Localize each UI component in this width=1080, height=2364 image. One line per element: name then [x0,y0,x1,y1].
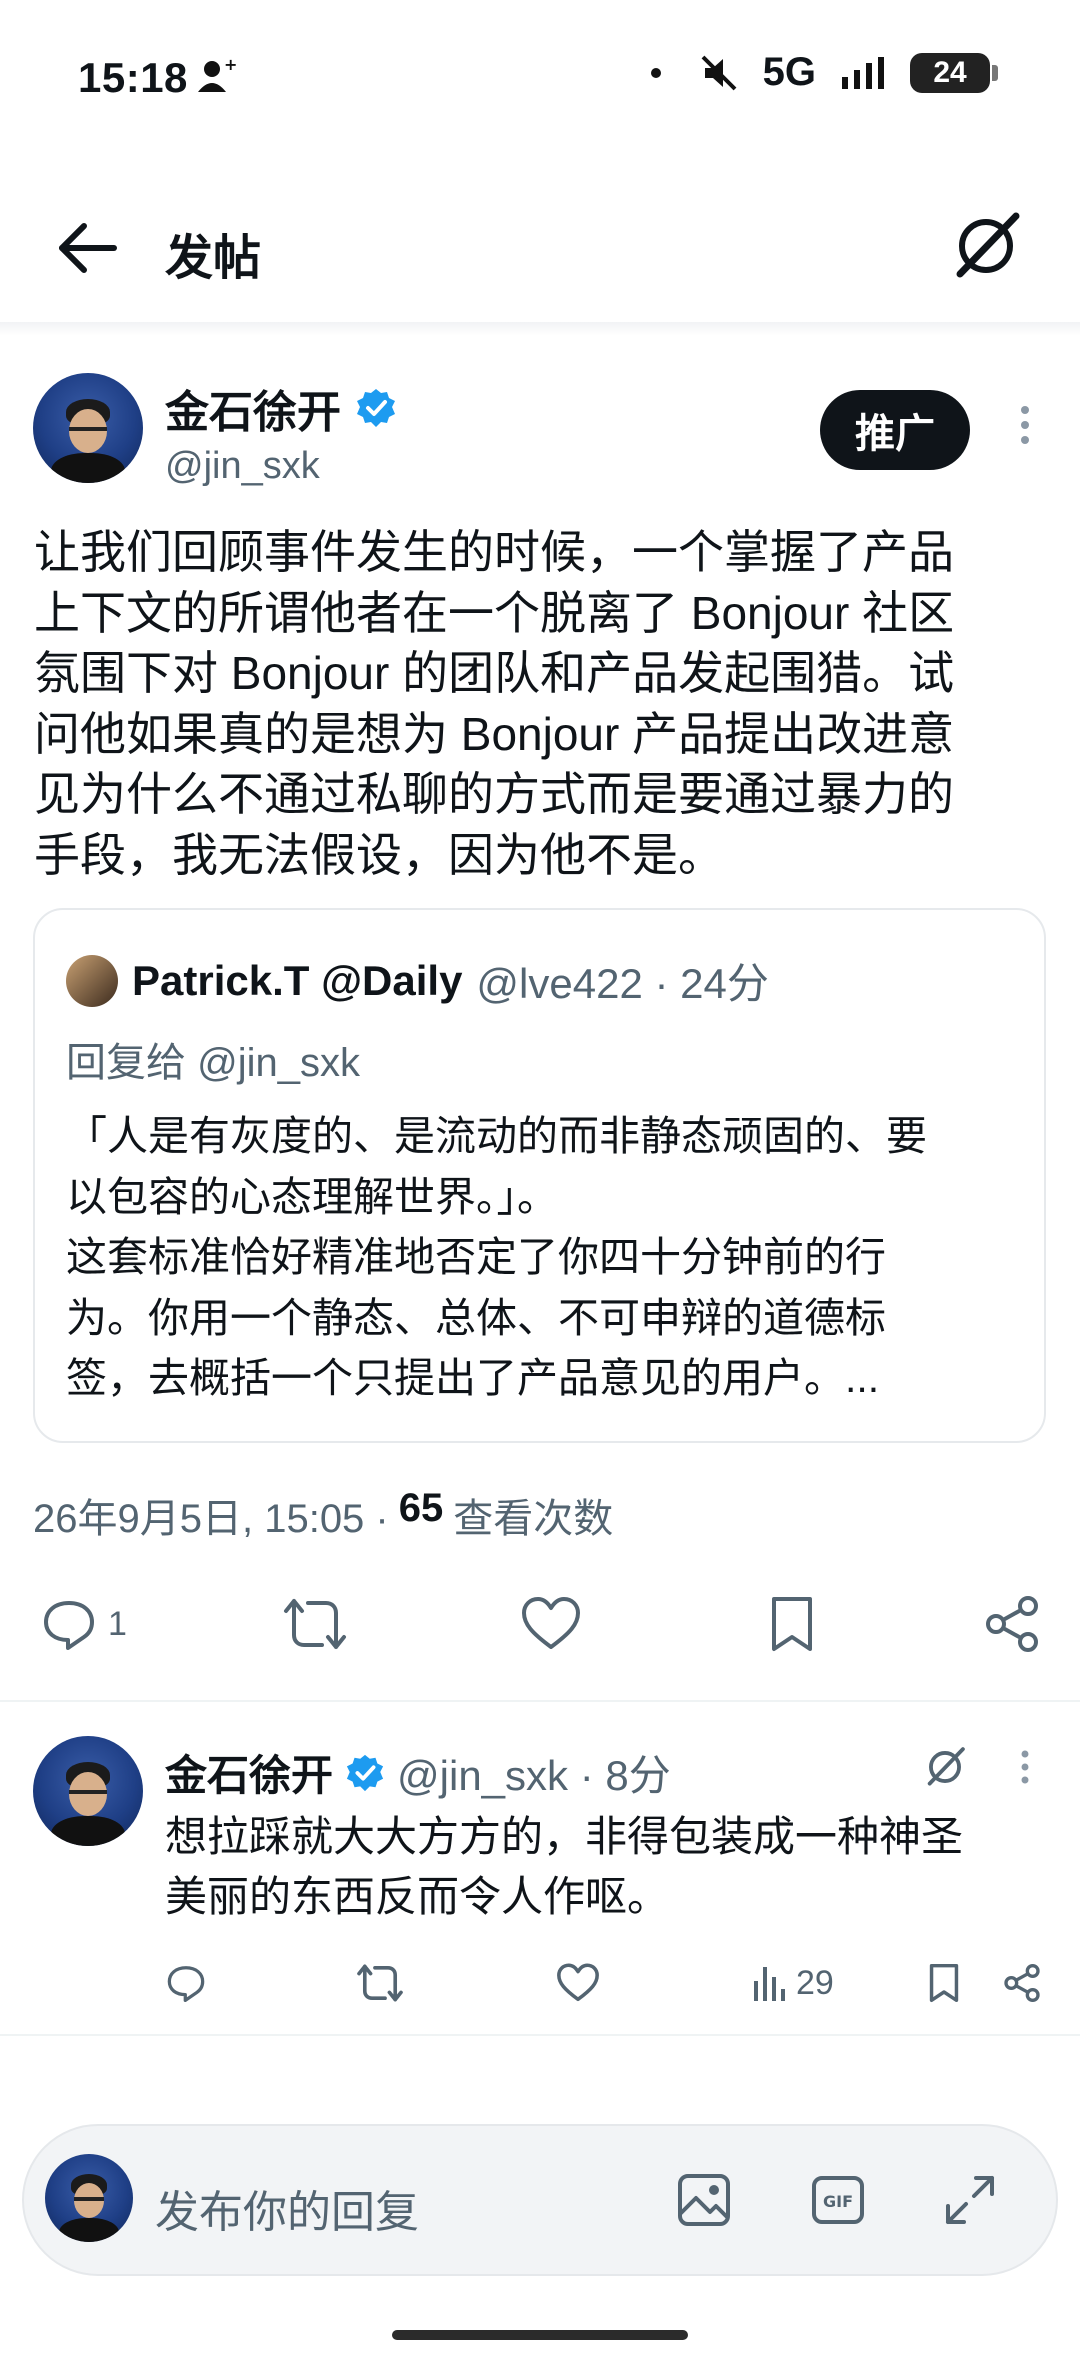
quoted-avatar [66,954,118,1007]
share-icon [1004,1964,1040,2002]
more-options-icon[interactable] [1010,400,1040,450]
repost-icon [357,1964,403,2002]
image-icon[interactable] [676,2172,732,2228]
divider [0,1700,1080,1702]
heart-icon [522,1597,580,1649]
analytics-icon [754,1967,785,2001]
status-time: 15:18 [78,54,188,101]
user-notification-icon: + [198,56,236,92]
mute-icon [701,55,737,90]
reply-input[interactable]: 发布你的回复 [155,2176,419,2240]
reply-icon [167,1966,205,2003]
svg-text:+: + [224,56,236,74]
share-icon [986,1596,1038,1652]
quoted-text: 「人是有灰度的、是流动的而非静态顽固的、要 以包容的心态理解世界。」。 这套标准… [66,1113,927,1401]
quoted-reply-to: 回复给 @jin_sxk [66,1041,360,1085]
promote-button[interactable]: 推广 [820,390,970,470]
reply-repost-button[interactable] [356,1958,404,2008]
status-indicators: 5G 24 [650,50,998,95]
author-name[interactable]: 金石徐开 [165,376,397,440]
reply-author-name[interactable]: 金石徐开 [165,1742,333,1803]
battery-indicator: 24 [910,52,998,93]
grok-icon[interactable] [950,210,1022,282]
home-indicator[interactable] [392,2330,688,2340]
gif-icon[interactable]: GIF [810,2172,866,2228]
verified-badge-icon [346,1754,384,1791]
composer-avatar [45,2154,133,2242]
like-button[interactable] [520,1592,582,1656]
tweet-text: 让我们回顾事件发生的时候，一个掌握了产品 上下文的所谓他者在一个脱离了 Bonj… [34,526,955,881]
repost-icon [284,1599,346,1649]
analytics-count: 29 [796,1963,834,2002]
views-count: 65 [398,1486,444,1530]
reply-share-button[interactable] [1002,1958,1042,2008]
quoted-tweet-header: Patrick.T @Daily @lve422 · 24分 [66,950,769,1011]
reply-reply-button[interactable] [165,1958,207,2008]
back-arrow-icon[interactable] [52,218,122,278]
reply-count: 1 [108,1604,127,1643]
quoted-meta: @lve422 · 24分 [476,960,769,1007]
expand-icon[interactable] [942,2172,998,2228]
reply-text: 想拉踩就大大方方的，非得包装成一种神圣 美丽的东西反而令人作呕。 [165,1813,964,1920]
reply-analytics-button[interactable]: 29 [752,1958,834,2008]
bookmark-icon [772,1597,812,1651]
share-button[interactable] [982,1592,1042,1656]
quoted-author-name: Patrick.T @Daily [132,956,463,1004]
signal-icon [842,56,884,89]
reply-icon [44,1601,94,1650]
dot-icon [650,67,661,78]
bookmark-button[interactable] [766,1592,818,1656]
reply-avatar[interactable] [33,1736,143,1846]
repost-button[interactable] [282,1592,348,1656]
reply-header: 金石徐开 @jin_sxk · 8分 [165,1742,671,1803]
reply-like-button[interactable] [556,1958,600,2008]
heart-icon [557,1963,599,2002]
svg-text:GIF: GIF [823,2192,853,2211]
author-handle[interactable]: @jin_sxk [165,445,320,488]
author-name-label: 金石徐开 [165,388,341,437]
header-divider [0,322,1080,336]
tweet-meta: 26年9月5日, 15:05 · 65 查看次数 [33,1486,613,1544]
avatar[interactable] [33,373,143,483]
reply-bookmark-button[interactable] [926,1958,962,2008]
reply-meta: @jin_sxk · 8分 [397,1752,671,1799]
views-label: 查看次数 [453,1497,614,1541]
reply-button[interactable]: 1 [40,1592,127,1656]
divider [0,2034,1080,2036]
bookmark-icon [929,1963,959,2003]
timestamp: 26年9月5日, 15:05 · [33,1497,389,1541]
page-title: 发帖 [165,232,262,285]
network-label: 5G [762,50,816,94]
grok-icon[interactable] [922,1744,968,1790]
verified-badge-icon [357,389,395,427]
more-options-icon[interactable] [1012,1744,1038,1790]
